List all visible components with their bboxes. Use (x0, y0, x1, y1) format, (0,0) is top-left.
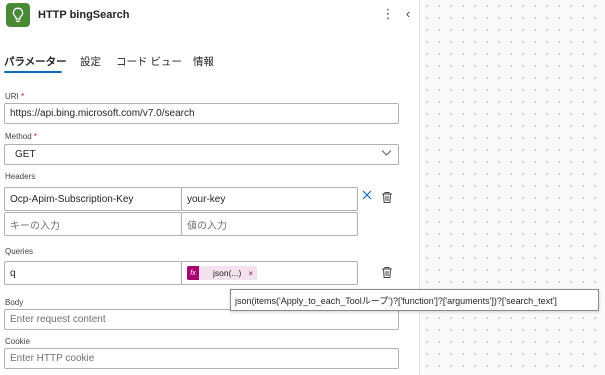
tab-parameters[interactable]: パラメーター (4, 54, 67, 69)
token-remove-icon[interactable]: × (248, 269, 253, 278)
expression-token[interactable]: fx json(...) × (187, 266, 258, 280)
page-title: HTTP bingSearch (38, 9, 130, 21)
method-value: GET (15, 149, 36, 160)
uri-input[interactable]: https://api.bing.microsoft.com/v7.0/sear… (4, 103, 399, 124)
cookie-placeholder: Enter HTTP cookie (10, 353, 95, 364)
header-value-value: your-key (187, 193, 226, 205)
header-value-input[interactable]: your-key (181, 187, 358, 211)
method-label: Method * (5, 132, 38, 141)
new-header-value-input[interactable]: 値の入力 (181, 212, 358, 236)
tab-info[interactable]: 情報 (193, 54, 214, 69)
headers-label: Headers (5, 172, 36, 181)
tooltip-text: json(items('Apply_to_each_Toolループ')?['fu… (235, 295, 557, 306)
bulb-icon (6, 3, 30, 27)
tab-settings[interactable]: 設定 (80, 54, 101, 69)
panel-header: HTTP bingSearch ⋮ ‹ (0, 0, 420, 34)
delete-icon[interactable] (380, 265, 394, 279)
new-header-key-placeholder: キーの入力 (10, 220, 60, 232)
uri-label: URI * (5, 92, 25, 101)
active-tab-indicator (4, 71, 62, 73)
header-key-input[interactable]: Ocp-Apim-Subscription-Key (4, 187, 182, 211)
chevron-down-icon (381, 149, 392, 160)
new-header-key-input[interactable]: キーの入力 (4, 212, 182, 236)
header-key-value: Ocp-Apim-Subscription-Key (10, 193, 134, 205)
delete-icon[interactable] (380, 190, 394, 204)
cookie-input[interactable]: Enter HTTP cookie (4, 348, 399, 369)
method-dropdown[interactable]: GET (4, 144, 399, 165)
cookie-label: Cookie (5, 337, 30, 346)
new-header-value-placeholder: 値の入力 (187, 220, 227, 232)
tab-bar: パラメーター 設定 コード ビュー 情報 (0, 50, 420, 74)
parameters-panel: HTTP bingSearch ⋮ ‹ パラメーター 設定 コード ビュー 情報… (0, 0, 420, 375)
chevron-left-icon[interactable]: ‹ (401, 5, 415, 23)
token-label: json(...) (213, 268, 242, 278)
expression-tooltip: json(items('Apply_to_each_Toolループ')?['fu… (230, 289, 599, 311)
queries-label: Queries (5, 247, 34, 256)
function-icon: fx (187, 266, 199, 280)
query-value-input[interactable]: fx json(...) × (181, 261, 358, 285)
tab-code-view[interactable]: コード ビュー (116, 54, 182, 69)
close-icon[interactable] (361, 189, 373, 201)
designer-canvas[interactable] (421, 0, 605, 375)
body-placeholder: Enter request content (10, 314, 106, 325)
uri-value: https://api.bing.microsoft.com/v7.0/sear… (10, 108, 195, 119)
more-vertical-icon[interactable]: ⋮ (381, 5, 395, 23)
body-input[interactable]: Enter request content (4, 309, 399, 330)
query-key-input[interactable]: q (4, 261, 182, 285)
body-label: Body (5, 298, 24, 307)
query-key-value: q (10, 267, 16, 279)
